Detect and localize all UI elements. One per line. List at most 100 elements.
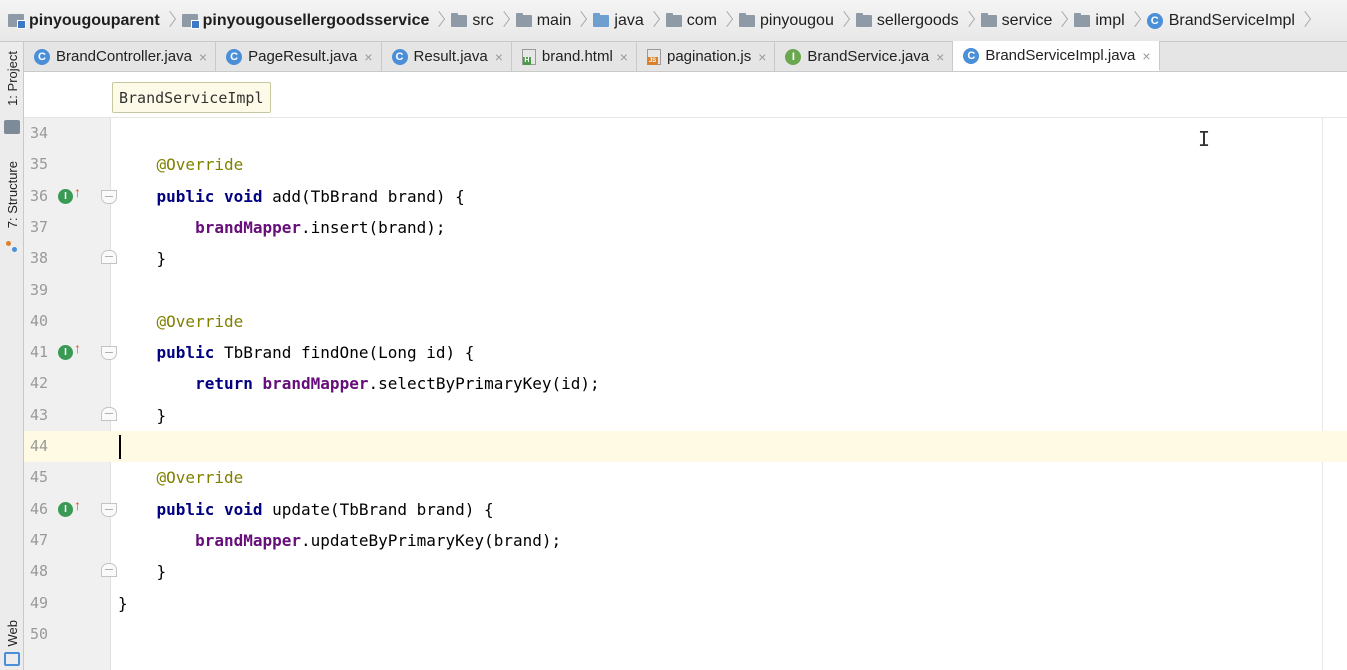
breadcrumb-item[interactable]: com	[665, 8, 739, 34]
code-line[interactable]: 48 }	[24, 556, 1347, 587]
tab-close-icon[interactable]: ×	[364, 49, 372, 65]
editor-tab[interactable]: C BrandServiceImpl.java ×	[953, 41, 1160, 71]
code-lines[interactable]: 34 35 @Override 36 I ↑ public void add(TbBra…	[24, 118, 1347, 670]
breadcrumb-label: main	[536, 11, 572, 29]
tab-close-icon[interactable]: ×	[495, 49, 503, 65]
breadcrumb-label: src	[472, 11, 494, 29]
editor-tab-label: BrandServiceImpl.java	[985, 47, 1136, 64]
code-line[interactable]: 39	[24, 275, 1347, 306]
breadcrumb-item[interactable]: pinyougou	[739, 8, 856, 34]
code-token: }	[118, 562, 167, 582]
tab-close-icon[interactable]: ×	[1142, 48, 1150, 64]
project-tool-tab[interactable]: 1: Project	[0, 48, 24, 108]
implements-method-icon[interactable]: I ↑	[58, 340, 84, 361]
breadcrumb-label: java	[614, 11, 644, 29]
navigation-breadcrumb-bar: pinyougouparent pinyougousellergoodsservi…	[0, 0, 1347, 42]
code-line[interactable]: 35 @Override	[24, 149, 1347, 180]
code-line[interactable]: 36 I ↑ public void add(TbBrand brand) {	[24, 181, 1347, 212]
code-line[interactable]: 43 }	[24, 400, 1347, 431]
breadcrumb-item[interactable]: service	[980, 8, 1075, 34]
code-line[interactable]: 41 I ↑ public TbBrand findOne(Long id) {	[24, 337, 1347, 368]
fold-open-icon[interactable]	[101, 502, 117, 517]
fold-close-icon[interactable]	[101, 563, 117, 578]
tab-close-icon[interactable]: ×	[758, 49, 766, 65]
implements-method-icon[interactable]: I ↑	[58, 184, 84, 205]
web-tool-tab[interactable]: Web	[0, 616, 24, 650]
code-token: .insert(brand);	[301, 217, 446, 237]
source-folder-icon	[593, 12, 610, 27]
code-text: public void update(TbBrand brand) {	[118, 494, 494, 525]
editor-tab[interactable]: pagination.js ×	[636, 42, 776, 71]
keyword-token: public	[156, 499, 215, 519]
keyword-token: public	[156, 186, 215, 206]
editor-tab[interactable]: C BrandController.java ×	[24, 42, 217, 71]
text-cursor-ibeam-icon: I	[1198, 127, 1211, 151]
breadcrumb-item[interactable]: pinyougousellergoodsservice	[181, 8, 452, 34]
breadcrumb-label: pinyougousellergoodsservice	[202, 11, 430, 29]
tab-close-icon[interactable]: ×	[936, 49, 944, 65]
code-line[interactable]: 40 @Override	[24, 306, 1347, 337]
code-line[interactable]: 38 }	[24, 243, 1347, 274]
js-file-icon	[646, 48, 661, 65]
class-icon: C	[1146, 12, 1163, 29]
fold-open-icon[interactable]	[101, 189, 117, 204]
breadcrumb-label: sellergoods	[876, 11, 959, 29]
web-icon[interactable]	[4, 652, 20, 666]
fold-close-icon[interactable]	[101, 250, 117, 265]
code-line[interactable]: 44	[24, 431, 1347, 462]
line-number: 40	[30, 311, 49, 330]
breadcrumb-item[interactable]: pinyougouparent	[8, 8, 182, 34]
code-text: @Override	[118, 462, 244, 493]
code-editor[interactable]: BrandServiceImpl 34 35 @Override 36 I ↑ publ…	[24, 73, 1347, 670]
code-token: }	[118, 405, 167, 425]
module-icon	[8, 14, 26, 29]
package-icon	[980, 12, 997, 27]
line-number: 45	[30, 468, 49, 487]
fold-close-icon[interactable]	[101, 406, 117, 421]
editor-tab-label: PageResult.java	[248, 48, 358, 65]
folder-icon	[515, 12, 532, 27]
class-breadcrumb-popup[interactable]: BrandServiceImpl	[112, 82, 271, 113]
breadcrumb-item[interactable]: C BrandServiceImpl	[1146, 8, 1317, 34]
web-tool-label: Web	[4, 619, 20, 647]
line-number: 48	[30, 562, 49, 581]
code-line[interactable]: 50	[24, 619, 1347, 650]
editor-tab-label: Result.java	[413, 48, 488, 65]
breadcrumb-item[interactable]: main	[515, 8, 594, 34]
field-token: brandMapper	[262, 374, 369, 394]
editor-breadcrumb-row: BrandServiceImpl	[24, 73, 1347, 118]
editor-tab[interactable]: C PageResult.java ×	[216, 42, 382, 71]
line-number: 42	[30, 374, 49, 393]
code-line[interactable]: 45 @Override	[24, 462, 1347, 493]
code-line[interactable]: 46 I ↑ public void update(TbBrand brand) {	[24, 494, 1347, 525]
code-line[interactable]: 37 brandMapper.insert(brand);	[24, 212, 1347, 243]
java-class-icon: C	[34, 48, 50, 65]
code-line[interactable]: 34	[24, 118, 1347, 149]
implements-method-icon[interactable]: I ↑	[58, 497, 84, 518]
breadcrumb-separator-icon	[1130, 8, 1140, 34]
code-line[interactable]: 47 brandMapper.updateByPrimaryKey(brand)…	[24, 525, 1347, 556]
breadcrumb-label: com	[686, 11, 717, 29]
breadcrumb-item[interactable]: src	[451, 8, 515, 34]
project-icon[interactable]	[4, 120, 20, 134]
code-line[interactable]: 42 return brandMapper.selectByPrimaryKey…	[24, 368, 1347, 399]
tab-close-icon[interactable]: ×	[199, 49, 207, 65]
code-line[interactable]: 49}	[24, 588, 1347, 619]
structure-tool-tab[interactable]: 7: Structure	[0, 154, 24, 236]
editor-tab-label: pagination.js	[666, 48, 752, 65]
editor-tab[interactable]: C Result.java ×	[381, 42, 512, 71]
fold-open-icon[interactable]	[101, 346, 117, 361]
breadcrumb-separator-icon	[722, 8, 732, 34]
code-text: brandMapper.insert(brand);	[118, 212, 446, 243]
editor-tab[interactable]: brand.html ×	[511, 42, 637, 71]
breadcrumb-item[interactable]: sellergoods	[855, 8, 981, 34]
tab-close-icon[interactable]: ×	[620, 49, 628, 65]
structure-icon[interactable]	[4, 240, 20, 254]
breadcrumb-item[interactable]: impl	[1074, 8, 1146, 34]
annotation-token: @Override	[156, 155, 244, 175]
editor-tab[interactable]: I BrandService.java ×	[775, 42, 954, 71]
breadcrumb-item[interactable]: java	[593, 8, 665, 34]
